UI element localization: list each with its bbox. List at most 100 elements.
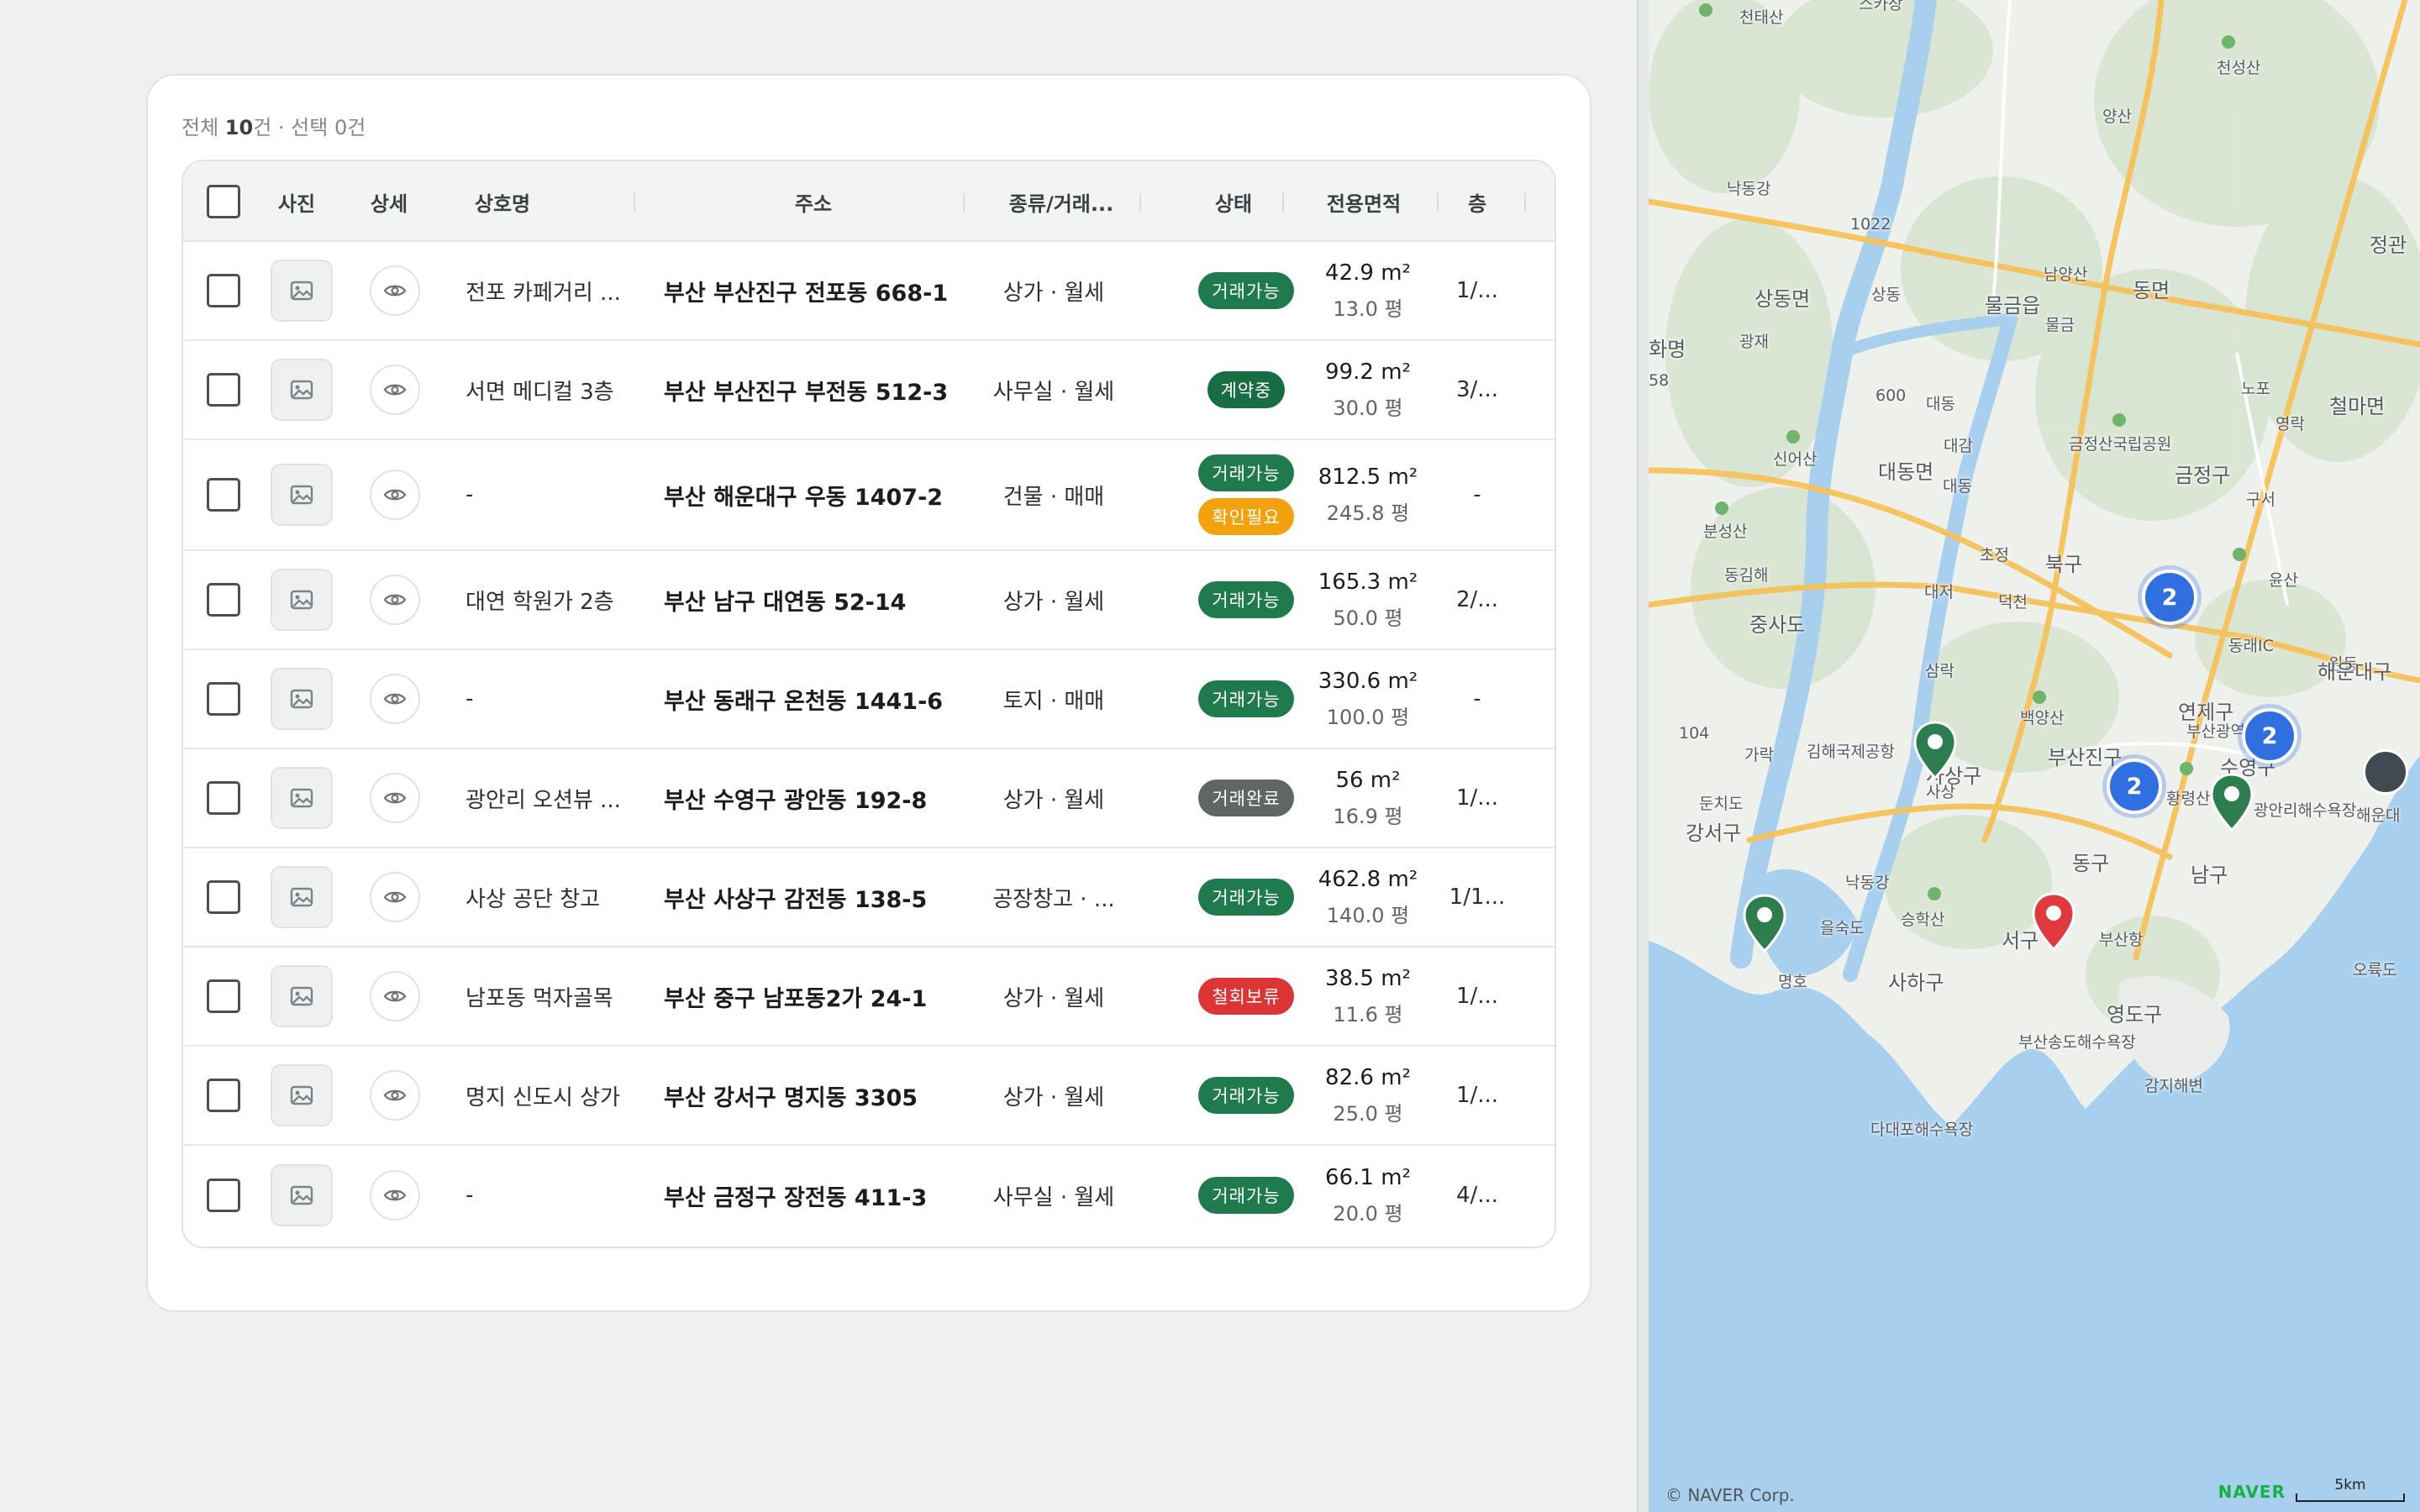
table-row[interactable]: - 부산 금정구 장전동 411-3 사무실 · 월세 거래가능 66.1 m² 20.0…: [183, 1146, 1555, 1245]
detail-cell: [370, 948, 424, 1045]
view-detail-button[interactable]: [370, 1170, 420, 1221]
map-cluster-marker[interactable]: 2: [2242, 708, 2297, 764]
address[interactable]: 부산 해운대구 우동 1407-2: [664, 440, 966, 549]
table-row[interactable]: 남포동 먹자골목 부산 중구 남포동2가 24-1 상가 · 월세 철회보류 38.5 …: [183, 948, 1555, 1047]
photo-cell: [271, 440, 338, 549]
view-detail-button[interactable]: [370, 575, 420, 625]
eye-icon: [383, 792, 407, 804]
address[interactable]: 부산 남구 대연동 52-14: [664, 551, 966, 648]
panel-splitter[interactable]: [1637, 0, 1649, 1512]
address[interactable]: 부산 사상구 감전동 138-5: [664, 848, 966, 946]
table-row[interactable]: 광안리 오션뷰 ... 부산 수영구 광안동 192-8 상가 · 월세 거래완료 56…: [183, 749, 1555, 848]
photo-thumbnail[interactable]: [271, 1064, 333, 1126]
address[interactable]: 부산 금정구 장전동 411-3: [664, 1146, 966, 1245]
eye-icon: [383, 693, 407, 705]
column-divider[interactable]: [634, 193, 635, 212]
photo-thumbnail[interactable]: [271, 668, 333, 730]
row-checkbox[interactable]: [207, 682, 240, 716]
header-kind[interactable]: 종류/거래...: [990, 161, 1133, 242]
row-checkbox[interactable]: [207, 1179, 240, 1212]
table-row[interactable]: 전포 카페거리 ... 부산 부산진구 전포동 668-1 상가 · 월세 거래가능 4…: [183, 242, 1555, 341]
map-cluster-marker[interactable]: 2: [2107, 759, 2162, 814]
view-detail-button[interactable]: [370, 971, 420, 1021]
table-row[interactable]: 명지 신도시 상가 부산 강서구 명지동 3305 상가 · 월세 거래가능 82.6 …: [183, 1047, 1555, 1146]
view-detail-button[interactable]: [370, 365, 420, 415]
photo-thumbnail[interactable]: [271, 359, 333, 421]
address[interactable]: 부산 중구 남포동2가 24-1: [664, 948, 966, 1045]
header-photo[interactable]: 사진: [267, 161, 326, 242]
map-pin-marker[interactable]: [1743, 894, 1786, 953]
view-detail-button[interactable]: [370, 265, 420, 316]
header-detail[interactable]: 상세: [360, 161, 418, 242]
address[interactable]: 부산 부산진구 전포동 668-1: [664, 242, 966, 339]
map-cluster-marker[interactable]: 2: [2142, 570, 2197, 625]
photo-thumbnail[interactable]: [271, 464, 333, 526]
eye-icon: [383, 1189, 407, 1201]
floor-value: 1/...: [1455, 984, 1499, 1009]
address[interactable]: 부산 강서구 명지동 3305: [664, 1047, 966, 1144]
row-checkbox[interactable]: [207, 781, 240, 815]
map-place-label: 대동: [1943, 477, 1972, 496]
area-pyeong: 25.0 평: [1333, 1101, 1403, 1126]
photo-thumbnail[interactable]: [271, 569, 333, 631]
business-name: 사상 공단 창고: [466, 886, 601, 912]
select-all-checkbox[interactable]: [207, 185, 240, 218]
table-row[interactable]: - 부산 동래구 온천동 1441-6 토지 · 매매 거래가능 330.6 m² 100…: [183, 650, 1555, 749]
status-badge: 거래가능: [1198, 1077, 1294, 1114]
photo-thumbnail[interactable]: [271, 260, 333, 322]
header-status[interactable]: 상태: [1192, 161, 1276, 242]
map-place-label: 부산항: [2099, 931, 2144, 949]
column-divider[interactable]: [1524, 193, 1526, 212]
row-checkbox[interactable]: [207, 1079, 240, 1112]
floor-value: 1/1...: [1449, 885, 1506, 910]
column-divider[interactable]: [1139, 193, 1141, 212]
map-place-label: 북구: [2045, 553, 2083, 576]
map-pin-marker[interactable]: [1913, 721, 1957, 780]
map-pin-marker[interactable]: [2210, 773, 2254, 832]
column-divider[interactable]: [963, 193, 965, 212]
row-checkbox[interactable]: [207, 478, 240, 512]
photo-thumbnail[interactable]: [271, 1164, 333, 1226]
photo-thumbnail[interactable]: [271, 866, 333, 928]
row-checkbox-cell: [207, 1047, 244, 1144]
map-place-label: 상동면: [1754, 287, 1811, 311]
naver-logo[interactable]: NAVER: [2218, 1482, 2286, 1502]
detail-cell: [370, 848, 424, 946]
column-divider[interactable]: [1437, 193, 1439, 212]
header-address[interactable]: 주소: [771, 161, 855, 242]
table-row[interactable]: 대연 학원가 2층 부산 남구 대연동 52-14 상가 · 월세 거래가능 165.3…: [183, 551, 1555, 650]
address[interactable]: 부산 부산진구 부전동 512-3: [664, 341, 966, 438]
row-checkbox-cell: [207, 551, 244, 648]
photo-cell: [271, 1146, 338, 1245]
table-row[interactable]: 서면 메디컬 3층 부산 부산진구 부전동 512-3 사무실 · 월세 계약중 99.…: [183, 341, 1555, 440]
header-floor[interactable]: 층: [1460, 161, 1494, 242]
row-checkbox-cell: [207, 341, 244, 438]
map-place-label: 물금: [2045, 316, 2075, 334]
view-detail-button[interactable]: [370, 1070, 420, 1121]
map-view[interactable]: 천태산 스카장 천성산 양산 낙동강 1022 남양산 동면 정관 상동면 상동 물금읍 물금 화명 광재 5…: [1649, 0, 2420, 1512]
header-name[interactable]: 상호명: [460, 161, 544, 242]
map-pin-marker-selected[interactable]: [2032, 892, 2075, 951]
view-detail-button[interactable]: [370, 872, 420, 922]
view-detail-button[interactable]: [370, 470, 420, 520]
table-row[interactable]: 사상 공단 창고 부산 사상구 감전동 138-5 공장창고 · ... 거래가능 46…: [183, 848, 1555, 948]
map-place-label: 구서: [2246, 491, 2275, 509]
row-checkbox[interactable]: [207, 274, 240, 307]
header-area[interactable]: 전용면적: [1292, 161, 1435, 242]
map-copyright: © NAVER Corp.: [1665, 1485, 1795, 1505]
address[interactable]: 부산 동래구 온천동 1441-6: [664, 650, 966, 748]
address[interactable]: 부산 수영구 광안동 192-8: [664, 749, 966, 847]
column-divider[interactable]: [1282, 193, 1284, 212]
row-checkbox[interactable]: [207, 979, 240, 1013]
row-checkbox[interactable]: [207, 880, 240, 914]
table-row[interactable]: - 부산 해운대구 우동 1407-2 건물 · 매매 거래가능 확인필요 812.5 m…: [183, 440, 1555, 551]
image-icon: [290, 281, 313, 301]
photo-thumbnail[interactable]: [271, 767, 333, 829]
view-detail-button[interactable]: [370, 773, 420, 823]
row-checkbox[interactable]: [207, 373, 240, 407]
map-place-label: 1022: [1850, 215, 1891, 234]
view-detail-button[interactable]: [370, 674, 420, 724]
map-photo-marker[interactable]: [2363, 749, 2408, 795]
row-checkbox[interactable]: [207, 583, 240, 617]
photo-thumbnail[interactable]: [271, 965, 333, 1027]
